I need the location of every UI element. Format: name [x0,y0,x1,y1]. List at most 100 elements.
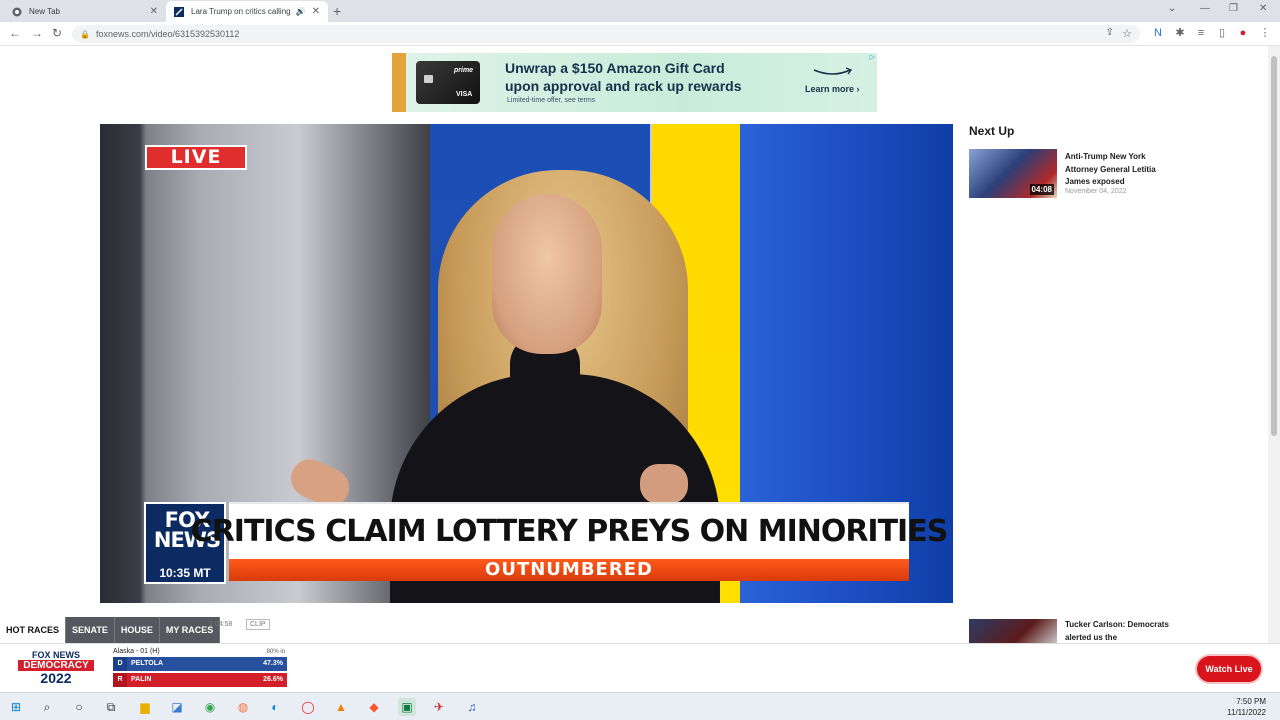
clock-time: 7:50 PM [1236,697,1266,706]
vote-percent: 47.3% [251,657,287,671]
reading-list-icon[interactable]: ≡ [1195,27,1207,40]
back-arrow-icon[interactable]: ← [9,26,21,40]
chyron-headline: CRITICS CLAIM LOTTERY PREYS ON MINORITIE… [191,502,948,559]
tab-fox-video[interactable]: Lara Trump on critics calling 🔊 ✕ [166,1,328,22]
vote-percent: 26.6% [251,673,287,687]
broadcast-time: 10:35 MT [159,566,211,580]
video-thumbnail[interactable] [969,619,1057,645]
presenter-face [492,194,602,354]
democracy-2022-logo[interactable]: FOX NEWS DEMOCRACY 2022 [18,650,94,686]
video-player[interactable]: LIVE FOX NEWS 10:35 MT CRITICS CLAIM LOT… [100,124,953,603]
candidate-name: PELTOLA [127,657,251,671]
tab-title: Lara Trump on critics calling [191,7,291,16]
tab-senate[interactable]: SENATE [66,617,115,643]
search-icon[interactable]: ⌕ [38,698,56,716]
audio-playing-icon[interactable]: 🔊 [296,7,306,16]
opera-icon[interactable]: ◯ [299,698,317,716]
election-results-bar: FOX NEWS DEMOCRACY 2022 Alaska - 01 (H) … [0,643,1280,691]
ad-learn-more-link[interactable]: Learn more › [805,84,860,94]
race-tabs: HOT RACES SENATE HOUSE MY RACES [0,617,221,643]
windows-start-icon[interactable]: ⊞ [7,698,25,716]
bookmark-star-icon[interactable]: ☆ [1122,27,1132,40]
adchoices-icon[interactable]: ▷ [870,53,875,61]
race-result-card[interactable]: Alaska - 01 (H) 80% in D PELTOLA 47.3% R… [113,648,287,687]
edge-icon[interactable]: ◐ [266,698,284,716]
scrollbar-thumb[interactable] [1271,56,1277,436]
headphones-icon[interactable]: ♫ [463,698,481,716]
active-app-icon[interactable]: ▣ [398,698,416,716]
share-icon[interactable]: ⇪ [1106,27,1114,38]
party-badge: D [113,657,127,671]
card-brand: prime [454,67,474,74]
party-badge: R [113,673,127,687]
page-scrollbar[interactable] [1268,46,1280,646]
next-up-heading: Next Up [969,124,1015,138]
windows-taskbar: ⊞ ⌕ ○ ⧉ ▆ ◪ ◉ ◍ ◐ ◯ ▲ ◆ ▣ ✈ ♫ 7:50 PM 11… [0,692,1280,720]
forward-arrow-icon[interactable]: → [31,26,43,40]
lock-icon[interactable]: 🔒 [80,30,90,39]
ad-headline: Unwrap a $150 Amazon Gift Card upon appr… [505,59,742,95]
ad-headline-line2: upon approval and rack up rewards [505,78,742,94]
firefox-icon[interactable]: ◍ [234,698,252,716]
video-duration: 04:08 [1029,184,1054,195]
amazon-smile-logo-icon [813,67,853,75]
chrome-taskbar-icon[interactable]: ◉ [201,698,219,716]
tab-close-icon[interactable]: ✕ [312,6,320,17]
ad-headline-line1: Unwrap a $150 Amazon Gift Card [505,60,725,76]
credit-card-image: prime VISA [416,61,480,104]
card-chip-icon [424,75,433,83]
tab-search-chevron-icon[interactable]: ⌄ [1168,3,1176,14]
app-icon[interactable]: ✈ [430,698,448,716]
file-explorer-icon[interactable]: ▆ [136,698,154,716]
tab-hot-races[interactable]: HOT RACES [0,617,67,643]
card-network: VISA [456,91,473,98]
system-clock[interactable]: 7:50 PM 11/11/2022 [1227,696,1266,718]
menu-kebab-icon[interactable]: ⋮ [1259,27,1271,40]
clip-badge: CLIP [246,619,270,630]
show-name: OUTNUMBERED [229,559,909,581]
lower-third-chyron: FOX NEWS 10:35 MT CRITICS CLAIM LOTTERY … [144,502,948,584]
url-text[interactable]: foxnews.com/video/6315392530112 [96,29,239,39]
tab-house[interactable]: HOUSE [114,617,160,643]
extensions-puzzle-icon[interactable]: ✱ [1174,27,1186,40]
close-window-icon[interactable]: ✕ [1259,3,1267,14]
next-up-item[interactable]: 04:08 Anti-Trump New York Attorney Gener… [969,149,1189,199]
live-badge: LIVE [145,145,247,170]
video-title-link[interactable]: Tucker Carlson: Democrats alerted us the [1065,619,1175,644]
new-tab-plus-icon[interactable]: + [333,3,341,19]
brave-icon[interactable]: ◆ [365,698,383,716]
side-panel-icon[interactable]: ▯ [1216,27,1228,40]
address-bar[interactable]: 🔒 foxnews.com/video/6315392530112 ⇪ ☆ [72,25,1140,43]
next-up-item[interactable]: Tucker Carlson: Democrats alerted us the [969,619,1189,645]
video-title-link[interactable]: Anti-Trump New York Attorney General Let… [1065,151,1175,189]
profile-avatar-icon[interactable]: ● [1237,27,1249,40]
cortana-icon[interactable]: ○ [70,698,88,716]
candidate-row: R PALIN 26.6% [113,673,287,687]
watch-live-button[interactable]: Watch Live [1195,654,1263,684]
ad-banner[interactable]: prime VISA Unwrap a $150 Amazon Gift Car… [392,53,877,112]
logo-line: FOX NEWS [31,650,80,660]
address-toolbar: ← → ↻ 🔒 foxnews.com/video/6315392530112 … [0,22,1280,46]
ad-subtext: Limited-time offer, see terms [507,97,596,104]
candidate-name: PALIN [127,673,251,687]
task-view-icon[interactable]: ⧉ [102,698,120,716]
reporting-percent: 80% in [266,649,285,655]
tab-close-icon[interactable]: ✕ [150,6,158,17]
app-icon[interactable]: ◪ [168,698,186,716]
restore-icon[interactable]: ❐ [1229,3,1238,14]
presenter-hand [640,464,688,504]
browser-tab-strip: New Tab ✕ Lara Trump on critics calling … [0,0,1280,22]
tab-new-tab[interactable]: New Tab ✕ [4,1,166,22]
reload-icon[interactable]: ↻ [52,26,62,40]
vlc-icon[interactable]: ▲ [332,698,350,716]
ad-accent-stripe [392,53,406,112]
minimize-icon[interactable]: — [1200,3,1210,14]
chrome-icon [12,7,22,17]
clock-date: 11/11/2022 [1227,708,1266,717]
clip-timestamp: 2 04:58 [209,621,233,628]
extension-n-icon[interactable]: N [1152,27,1164,40]
fox-news-favicon-icon [174,6,184,17]
video-thumbnail[interactable]: 04:08 [969,149,1057,198]
candidate-row: D PELTOLA 47.3% [113,657,287,671]
logo-line: 2022 [40,670,72,686]
